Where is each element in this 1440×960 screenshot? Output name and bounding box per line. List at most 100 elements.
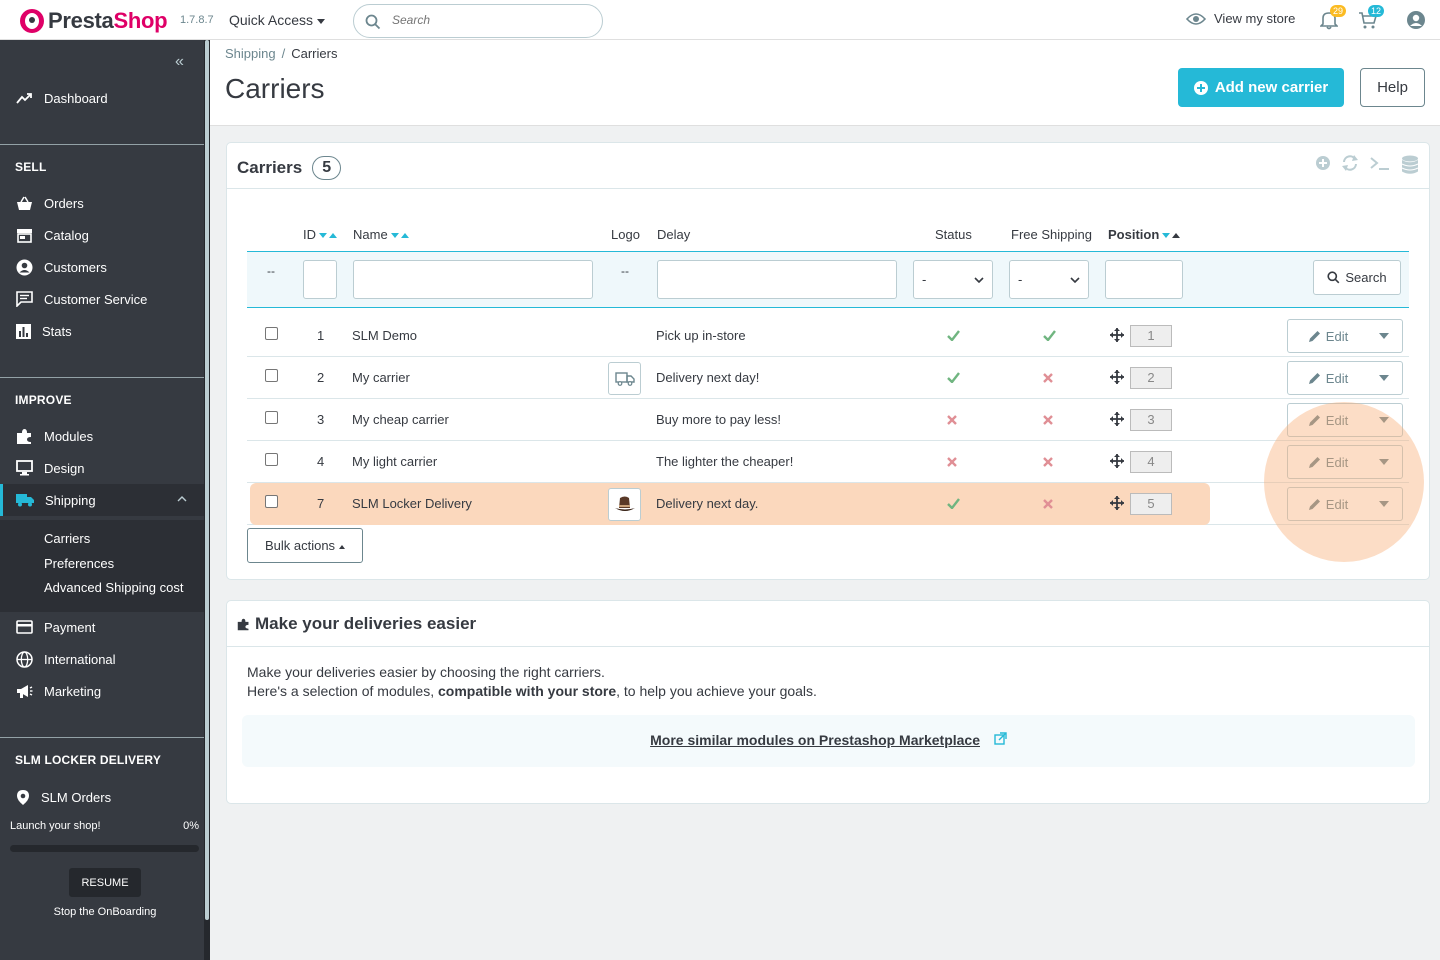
sort-asc-icon[interactable]	[400, 233, 409, 239]
edit-button-group[interactable]: Edit	[1287, 319, 1403, 353]
cart-notifications-button[interactable]: 12	[1358, 5, 1385, 33]
drag-move-icon[interactable]	[1110, 454, 1124, 471]
view-my-store-link[interactable]: View my store	[1186, 11, 1295, 26]
edit-button-group[interactable]: Edit	[1287, 403, 1403, 437]
sidebar-subitem-carriers[interactable]: Carriers	[44, 531, 90, 546]
panel-toolbar	[1315, 155, 1419, 175]
database-icon[interactable]	[1401, 155, 1419, 175]
free-shipping-toggle[interactable]	[1043, 497, 1053, 512]
status-toggle[interactable]	[947, 497, 960, 512]
filter-free-shipping-select[interactable]: -	[1009, 260, 1089, 299]
status-toggle[interactable]	[947, 329, 960, 344]
sidebar-item-payment[interactable]: Payment	[0, 611, 204, 643]
add-circle-icon[interactable]	[1315, 155, 1331, 171]
bulk-actions-button[interactable]: Bulk actions	[247, 528, 363, 563]
column-header-position[interactable]: Position	[1108, 227, 1181, 242]
refresh-icon[interactable]	[1341, 155, 1359, 171]
filter-search-button[interactable]: Search	[1313, 260, 1401, 295]
sidebar-item-marketing[interactable]: Marketing	[0, 675, 204, 707]
edit-button[interactable]: Edit	[1288, 404, 1368, 436]
row-checkbox[interactable]	[265, 327, 278, 340]
stop-onboarding-link[interactable]: Stop the OnBoarding	[0, 906, 210, 918]
free-shipping-toggle[interactable]	[1043, 371, 1053, 386]
notifications-button[interactable]: 29	[1319, 5, 1347, 33]
terminal-icon[interactable]	[1369, 155, 1391, 171]
sidebar-item-shipping[interactable]: Shipping	[0, 484, 204, 516]
row-checkbox[interactable]	[265, 453, 278, 466]
collapse-sidebar-icon[interactable]: «	[175, 53, 184, 71]
sidebar-item-catalog[interactable]: Catalog	[0, 219, 204, 251]
table-row[interactable]: 4 My light carrier The lighter the cheaper…	[247, 441, 1409, 483]
sidebar-item-slm-orders[interactable]: SLM Orders	[0, 781, 204, 813]
quick-access-dropdown[interactable]: Quick Access	[229, 12, 326, 28]
filter-status-select[interactable]: -	[913, 260, 993, 299]
row-checkbox[interactable]	[265, 495, 278, 508]
edit-dropdown-toggle[interactable]	[1368, 488, 1402, 520]
sort-desc-icon[interactable]	[319, 233, 327, 239]
edit-button-group[interactable]: Edit	[1287, 361, 1403, 395]
sidebar-item-modules[interactable]: Modules	[0, 420, 204, 452]
sidebar-scrollbar[interactable]	[204, 40, 210, 960]
edit-dropdown-toggle[interactable]	[1368, 446, 1402, 478]
sidebar-item-customers[interactable]: Customers	[0, 251, 204, 283]
status-toggle[interactable]	[947, 371, 960, 386]
table-row[interactable]: 7 SLM Locker Delivery Delivery next day. 5 E…	[247, 483, 1409, 525]
sort-desc-icon[interactable]	[1162, 233, 1171, 239]
sidebar-subitem-preferences[interactable]: Preferences	[44, 556, 114, 571]
carrier-logo	[608, 488, 641, 521]
edit-dropdown-toggle[interactable]	[1368, 404, 1402, 436]
sidebar-item-design[interactable]: Design	[0, 452, 204, 484]
free-shipping-toggle[interactable]	[1043, 455, 1053, 470]
profile-button[interactable]	[1406, 10, 1426, 33]
sort-asc-icon[interactable]	[329, 233, 337, 239]
drag-move-icon[interactable]	[1110, 412, 1124, 429]
cell-name: My light carrier	[352, 454, 438, 469]
sort-desc-icon[interactable]	[390, 233, 399, 239]
prestashop-logo[interactable]: PrestaShop	[20, 8, 168, 34]
help-button[interactable]: Help	[1360, 68, 1425, 107]
free-shipping-toggle[interactable]	[1043, 329, 1056, 344]
status-toggle[interactable]	[947, 455, 957, 470]
edit-button[interactable]: Edit	[1288, 488, 1368, 520]
header-search[interactable]	[353, 4, 603, 38]
edit-button[interactable]: Edit	[1288, 362, 1368, 394]
table-row[interactable]: 3 My cheap carrier Buy more to pay less! 3 E…	[247, 399, 1409, 441]
filter-name-input[interactable]	[353, 260, 593, 299]
filter-id-input[interactable]	[303, 260, 337, 299]
table-row[interactable]: 1 SLM Demo Pick up in-store 1 Edit	[247, 315, 1409, 357]
sidebar-item-dashboard[interactable]: Dashboard	[0, 82, 204, 114]
free-shipping-toggle[interactable]	[1043, 413, 1053, 428]
sort-asc-active-icon[interactable]	[1172, 233, 1181, 239]
external-link-icon[interactable]	[994, 732, 1007, 745]
sidebar-item-stats[interactable]: Stats	[0, 315, 204, 347]
column-header-name[interactable]: Name	[353, 227, 409, 242]
edit-button-group[interactable]: Edit	[1287, 445, 1403, 479]
sidebar-subitem-advanced-shipping[interactable]: Advanced Shipping cost	[44, 580, 183, 595]
filter-position-input[interactable]	[1105, 260, 1183, 299]
search-input[interactable]	[392, 13, 582, 27]
row-checkbox[interactable]	[265, 411, 278, 424]
marketplace-link[interactable]: More similar modules on Prestashop Marke…	[650, 732, 980, 748]
edit-button[interactable]: Edit	[1288, 446, 1368, 478]
close-icon	[947, 457, 957, 467]
filter-delay-input[interactable]	[657, 260, 897, 299]
breadcrumb-shipping[interactable]: Shipping	[225, 46, 276, 61]
resume-button[interactable]: RESUME	[69, 868, 141, 897]
status-toggle[interactable]	[947, 413, 957, 428]
add-new-carrier-button[interactable]: Add new carrier	[1178, 68, 1344, 107]
drag-move-icon[interactable]	[1110, 496, 1124, 513]
table-row[interactable]: 2 My carrier Delivery next day! 2 Edit	[247, 357, 1409, 399]
edit-dropdown-toggle[interactable]	[1368, 362, 1402, 394]
drag-move-icon[interactable]	[1110, 328, 1124, 345]
drag-move-icon[interactable]	[1110, 370, 1124, 387]
row-checkbox[interactable]	[265, 369, 278, 382]
caret-down-icon	[1379, 459, 1389, 465]
edit-button-group[interactable]: Edit	[1287, 487, 1403, 521]
column-header-id[interactable]: ID	[303, 227, 337, 242]
sidebar-item-orders[interactable]: Orders	[0, 187, 204, 219]
edit-button[interactable]: Edit	[1288, 320, 1368, 352]
hat-icon	[614, 496, 635, 511]
sidebar-item-international[interactable]: International	[0, 643, 204, 675]
sidebar-item-customer-service[interactable]: Customer Service	[0, 283, 204, 315]
edit-dropdown-toggle[interactable]	[1368, 320, 1402, 352]
